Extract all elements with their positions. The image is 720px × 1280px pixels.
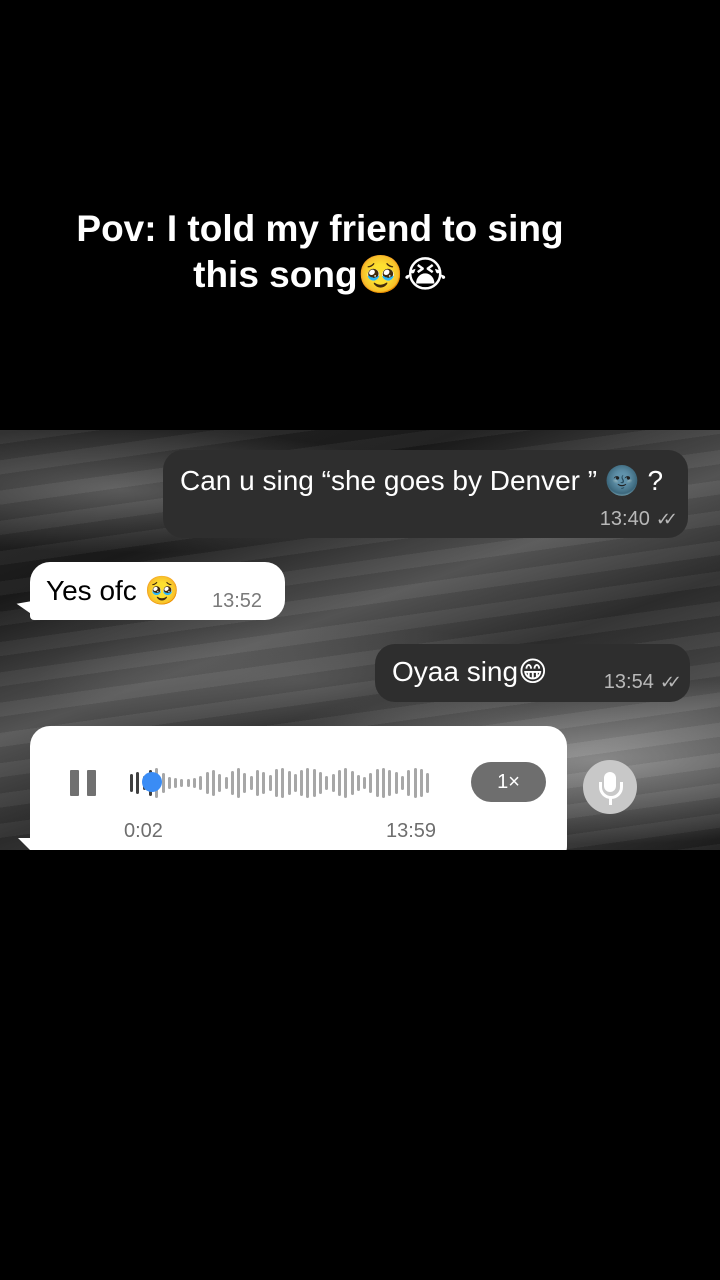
- waveform-bar: [325, 776, 329, 790]
- waveform-bar: [400, 776, 404, 790]
- waveform-bar: [174, 778, 178, 788]
- waveform-bar: [211, 770, 215, 796]
- waveform-bar: [186, 779, 190, 787]
- voice-elapsed-time: 0:02: [124, 820, 163, 842]
- waveform-bar: [306, 768, 310, 798]
- waveform-bar: [344, 768, 348, 798]
- waveform-bar: [388, 770, 392, 796]
- microphone-icon[interactable]: [583, 760, 637, 814]
- message-time: 13:40: [599, 508, 650, 530]
- video-caption: Pov: I told my friend to sing this song🥹…: [0, 206, 640, 298]
- waveform-bar: [136, 772, 140, 794]
- waveform-bar: [356, 775, 360, 791]
- waveform-bar: [331, 774, 335, 792]
- waveform-bar: [249, 776, 253, 790]
- waveform-bar: [230, 771, 234, 795]
- chat-area[interactable]: Can u sing “she goes by Denver ” 🌚 ? 13:…: [0, 430, 720, 850]
- message-outgoing[interactable]: Oyaa sing😁 13:54 ✓✓: [375, 644, 690, 702]
- waveform-bar: [193, 778, 196, 788]
- message-time: 13:52: [212, 590, 263, 612]
- message-time: 13:59: [386, 820, 437, 842]
- message-meta: 13:40 ✓✓: [599, 508, 678, 531]
- message-text: Oyaa sing😁: [392, 656, 548, 687]
- waveform-bar: [363, 777, 367, 789]
- waveform[interactable]: [130, 764, 440, 802]
- waveform-bar: [218, 774, 222, 792]
- waveform-bar: [243, 773, 247, 793]
- waveform-bar: [407, 770, 411, 796]
- waveform-bar: [224, 777, 228, 789]
- playback-speed-button[interactable]: 1×: [471, 762, 546, 802]
- double-check-icon: ✓✓: [655, 509, 678, 529]
- double-check-icon: ✓✓: [659, 672, 682, 692]
- waveform-bar: [419, 769, 423, 797]
- waveform-bar: [337, 770, 341, 796]
- waveform-bar: [350, 771, 354, 795]
- waveform-bar: [319, 772, 322, 794]
- caption-line-1: Pov: I told my friend to sing: [76, 208, 564, 249]
- waveform-bar: [268, 775, 272, 791]
- waveform-bar: [369, 773, 373, 793]
- waveform-bar: [394, 772, 398, 794]
- message-text: Can u sing “she goes by Denver ” 🌚 ?: [180, 465, 664, 496]
- waveform-bar: [167, 777, 171, 789]
- voice-message[interactable]: 1× 0:02 13:59: [30, 726, 567, 850]
- waveform-bar: [130, 774, 133, 792]
- waveform-bar: [205, 772, 209, 794]
- waveform-bar: [413, 768, 417, 798]
- waveform-bar: [375, 769, 379, 797]
- waveform-bar: [426, 773, 430, 793]
- waveform-bar: [199, 776, 203, 790]
- message-time: 13:54: [603, 671, 654, 693]
- playhead-handle[interactable]: [142, 772, 162, 792]
- waveform-bar: [382, 768, 385, 798]
- waveform-bar: [300, 770, 304, 796]
- pause-icon[interactable]: [70, 770, 98, 796]
- message-text: Yes ofc 🥹: [46, 575, 180, 606]
- waveform-bar: [312, 769, 316, 797]
- message-meta: 13:54 ✓✓: [603, 671, 682, 694]
- message-outgoing[interactable]: Can u sing “she goes by Denver ” 🌚 ? 13:…: [163, 450, 688, 538]
- caption-line-2: this song🥹😭: [193, 254, 447, 295]
- waveform-bar: [237, 768, 241, 798]
- message-incoming[interactable]: Yes ofc 🥹 13:52: [30, 562, 285, 620]
- waveform-bar: [274, 769, 278, 797]
- waveform-bar: [287, 771, 291, 795]
- waveform-bar: [180, 779, 184, 787]
- waveform-bar: [281, 768, 285, 798]
- waveform-bar: [293, 774, 297, 792]
- waveform-bar: [256, 770, 259, 796]
- waveform-bar: [262, 772, 266, 794]
